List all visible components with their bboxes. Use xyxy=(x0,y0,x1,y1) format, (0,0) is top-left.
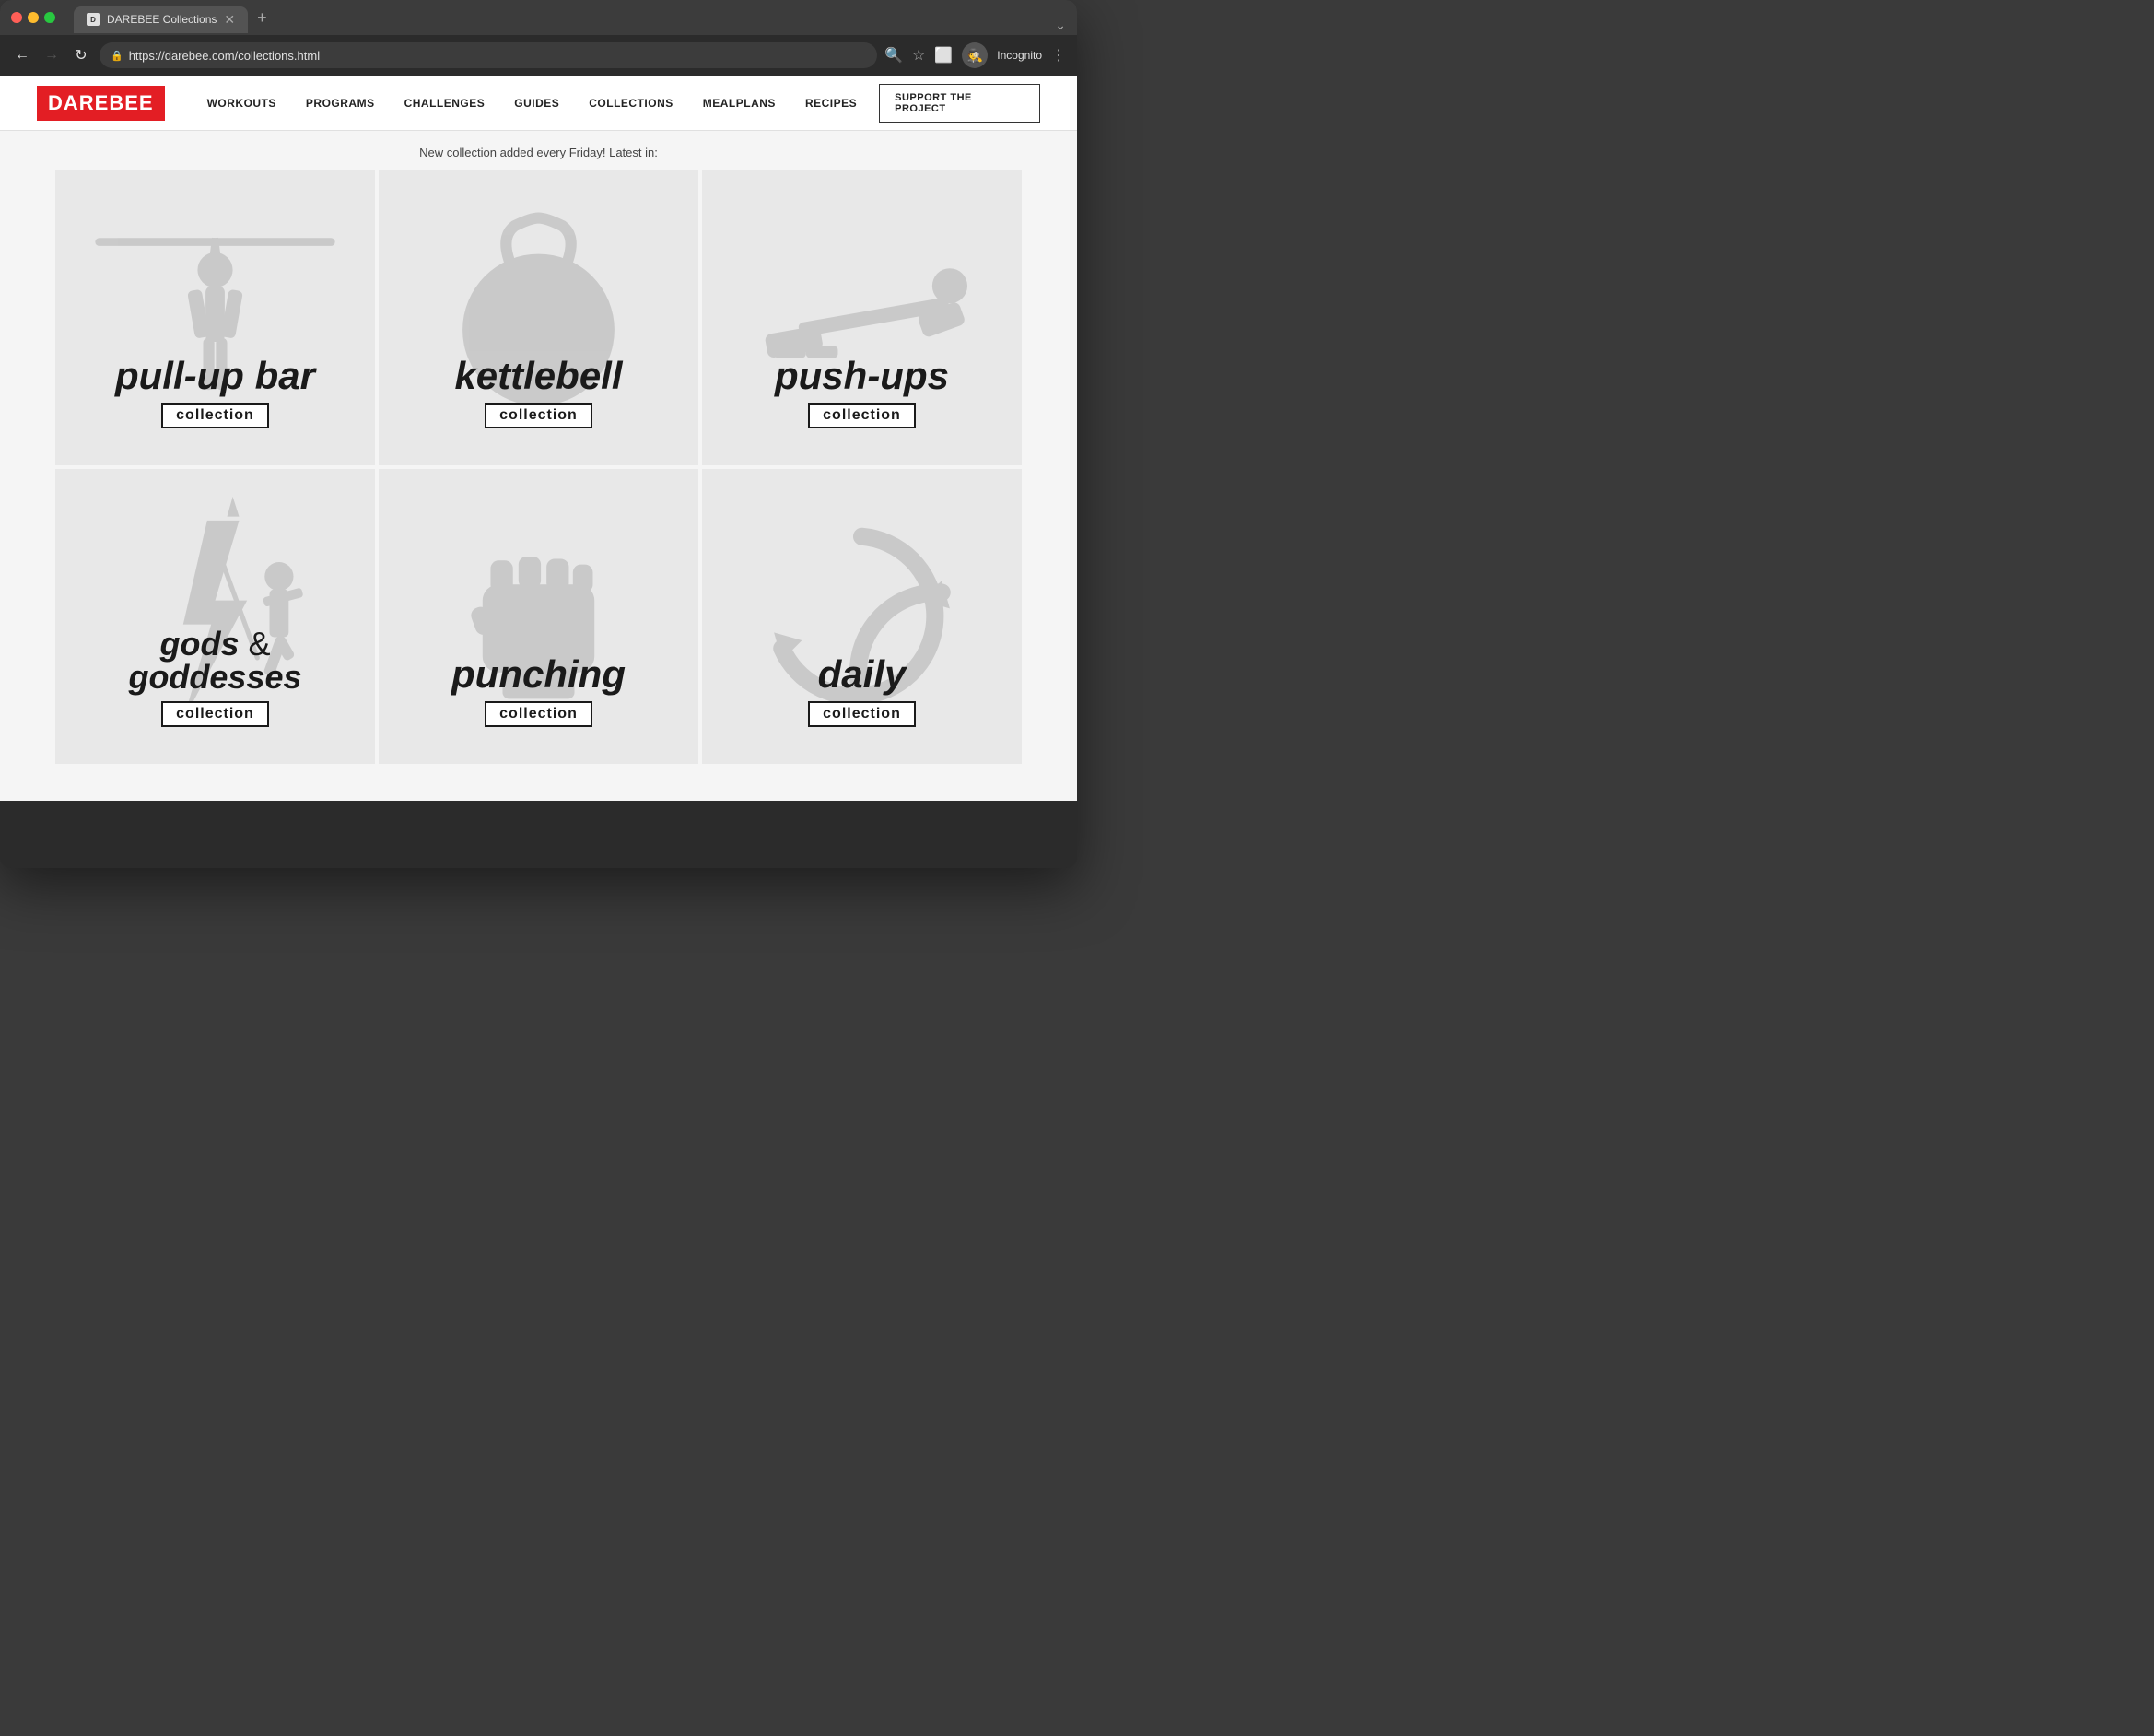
nav-challenges[interactable]: CHALLENGES xyxy=(390,76,500,131)
nav-links: WORKOUTS PROGRAMS CHALLENGES GUIDES COLL… xyxy=(193,76,1040,131)
card-title-daily: daily xyxy=(808,655,916,694)
nav-workouts[interactable]: WORKOUTS xyxy=(193,76,291,131)
site-nav: DAREBEE WORKOUTS PROGRAMS CHALLENGES GUI… xyxy=(0,76,1077,131)
collection-card-punching[interactable]: punching collection xyxy=(379,469,698,764)
refresh-button[interactable]: ↻ xyxy=(70,46,92,65)
collection-card-daily[interactable]: daily collection xyxy=(702,469,1022,764)
card-title-pullup: pull-up bar xyxy=(115,357,315,395)
card-content-pushups: push-ups collection xyxy=(775,357,949,428)
collection-card-pushups[interactable]: push-ups collection xyxy=(702,170,1022,465)
title-bar: D DAREBEE Collections ✕ + ⌄ xyxy=(0,0,1077,35)
menu-icon[interactable]: ⋮ xyxy=(1051,46,1066,65)
browser-window: D DAREBEE Collections ✕ + ⌄ ← → ↻ 🔒 http… xyxy=(0,0,1077,868)
back-button[interactable]: ← xyxy=(11,47,33,64)
card-subtitle-punching: collection xyxy=(485,701,592,727)
address-field[interactable]: 🔒 https://darebee.com/collections.html xyxy=(100,42,877,68)
nav-recipes[interactable]: RECIPES xyxy=(790,76,872,131)
lock-icon: 🔒 xyxy=(111,50,123,62)
site-logo[interactable]: DAREBEE xyxy=(37,86,165,121)
card-content-punching: punching collection xyxy=(451,655,626,727)
card-subtitle-kettlebell: collection xyxy=(485,403,592,428)
minimize-button[interactable] xyxy=(28,12,39,23)
active-tab[interactable]: D DAREBEE Collections ✕ xyxy=(74,6,248,33)
card-content-gods: gods & goddesses collection xyxy=(128,628,301,727)
traffic-lights xyxy=(11,12,55,23)
card-content-pullup: pull-up bar collection xyxy=(115,357,315,428)
forward-button[interactable]: → xyxy=(41,47,63,64)
incognito-icon: 🕵 xyxy=(967,48,983,64)
card-title-kettlebell: kettlebell xyxy=(454,357,622,395)
nav-mealplans[interactable]: MEALPLANS xyxy=(688,76,790,131)
address-bar: ← → ↻ 🔒 https://darebee.com/collections.… xyxy=(0,35,1077,76)
collection-card-kettlebell[interactable]: kettlebell collection xyxy=(379,170,698,465)
website-content: DAREBEE WORKOUTS PROGRAMS CHALLENGES GUI… xyxy=(0,76,1077,801)
card-subtitle-daily: collection xyxy=(808,701,916,727)
card-subtitle-pushups: collection xyxy=(808,403,916,428)
tab-close-button[interactable]: ✕ xyxy=(224,12,235,28)
maximize-button[interactable] xyxy=(44,12,55,23)
site-main: New collection added every Friday! Lates… xyxy=(0,131,1077,801)
incognito-label: Incognito xyxy=(997,49,1042,62)
search-icon[interactable]: 🔍 xyxy=(884,46,903,65)
collection-card-pullup[interactable]: pull-up bar collection xyxy=(55,170,375,465)
card-subtitle-pullup: collection xyxy=(161,403,269,428)
tab-title: DAREBEE Collections xyxy=(107,13,217,26)
tab-favicon: D xyxy=(87,13,100,26)
profile-button[interactable]: 🕵 xyxy=(962,42,988,68)
card-content-daily: daily collection xyxy=(808,655,916,727)
toolbar-icons: 🔍 ☆ ⬜ 🕵 Incognito ⋮ xyxy=(884,42,1066,68)
collections-grid: pull-up bar collection xyxy=(55,170,1022,764)
tab-menu-arrow[interactable]: ⌄ xyxy=(1055,18,1066,33)
url-text: https://darebee.com/collections.html xyxy=(129,49,320,63)
card-title-gods-line2: goddesses xyxy=(128,661,301,694)
close-button[interactable] xyxy=(11,12,22,23)
nav-programs[interactable]: PROGRAMS xyxy=(291,76,390,131)
nav-guides[interactable]: GUIDES xyxy=(499,76,574,131)
nav-collections[interactable]: COLLECTIONS xyxy=(574,76,688,131)
tab-bar: D DAREBEE Collections ✕ + ⌄ xyxy=(74,3,1066,33)
split-view-icon[interactable]: ⬜ xyxy=(934,46,953,65)
support-project-button[interactable]: SUPPORT THE PROJECT xyxy=(879,84,1040,123)
new-tab-button[interactable]: + xyxy=(248,3,276,33)
card-content-kettlebell: kettlebell collection xyxy=(454,357,622,428)
card-title-pushups: push-ups xyxy=(775,357,949,395)
card-title-gods-line1: gods & xyxy=(128,628,301,661)
card-title-punching: punching xyxy=(451,655,626,694)
announcement-text: New collection added every Friday! Lates… xyxy=(55,131,1022,170)
bookmark-icon[interactable]: ☆ xyxy=(912,46,925,65)
collection-card-gods[interactable]: gods & goddesses collection xyxy=(55,469,375,764)
card-subtitle-gods: collection xyxy=(161,701,269,727)
